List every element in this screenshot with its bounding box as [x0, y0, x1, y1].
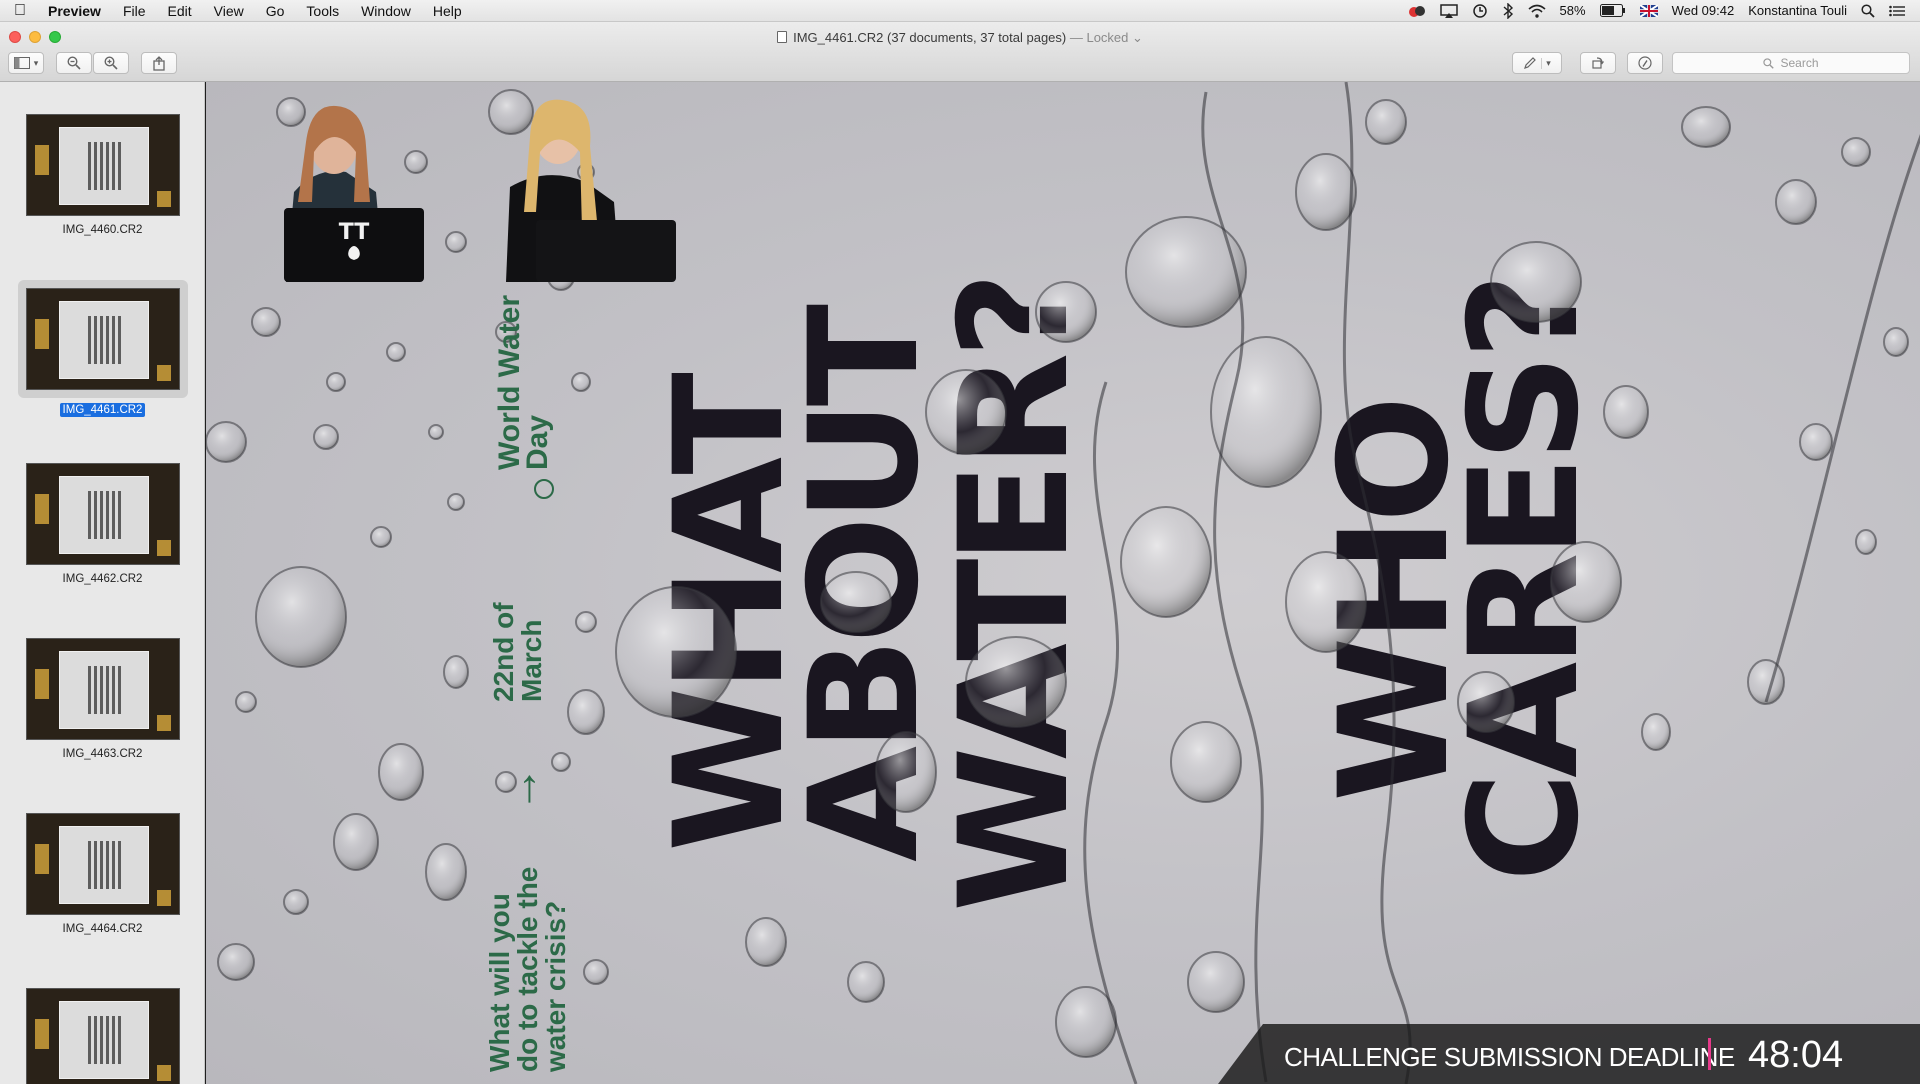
- thumbnail-image[interactable]: [25, 463, 180, 565]
- creative-cloud-icon[interactable]: [1401, 0, 1433, 22]
- deadline-banner: CHALLENGE SUBMISSION DEADLINE 48:04: [1218, 1024, 1920, 1084]
- menu-window[interactable]: Window: [350, 3, 422, 19]
- search-field[interactable]: Search: [1672, 52, 1910, 74]
- rotate-button[interactable]: [1580, 52, 1616, 74]
- thumbnail-image[interactable]: [25, 638, 180, 740]
- menu-view[interactable]: View: [203, 3, 255, 19]
- thumbnail-label: IMG_4461.CR2: [0, 403, 204, 417]
- share-button[interactable]: [141, 52, 177, 74]
- wifi-icon[interactable]: [1521, 0, 1553, 22]
- thumbnail-image[interactable]: [25, 813, 180, 915]
- zoom-out-icon: [67, 56, 81, 70]
- pen-icon: [1524, 57, 1537, 69]
- thumbnail-item[interactable]: IMG_4462.CR2: [0, 463, 204, 585]
- battery-icon[interactable]: [1593, 0, 1633, 22]
- thumbnail-item[interactable]: IMG_4460.CR2: [0, 114, 204, 236]
- zoom-in-icon: [104, 56, 118, 70]
- thumbnail-item[interactable]: IMG_4464.CR2: [0, 813, 204, 935]
- sidebar-icon: [13, 57, 30, 69]
- chevron-down-icon[interactable]: ⌄: [1128, 30, 1143, 45]
- battery-percent: 58%: [1559, 3, 1586, 18]
- zoom-out-button[interactable]: [56, 52, 92, 74]
- window-title-text: IMG_4461.CR2 (37 documents, 37 total pag…: [793, 30, 1067, 45]
- input-source-flag-icon[interactable]: [1633, 0, 1665, 22]
- bluetooth-icon[interactable]: [1495, 0, 1521, 22]
- share-icon: [153, 55, 165, 71]
- poster-arrow-text: →: [495, 766, 547, 812]
- thumbnail-label: IMG_4464.CR2: [62, 923, 143, 935]
- clock[interactable]: Wed 09:42: [1665, 0, 1742, 22]
- chevron-down-icon: ▾: [1541, 57, 1551, 69]
- airplay-icon[interactable]: [1433, 0, 1465, 22]
- presenter-camera-feed: TT: [284, 99, 676, 282]
- sidebar-toggle-button[interactable]: ▾: [8, 52, 44, 74]
- window-title[interactable]: IMG_4461.CR2 (37 documents, 37 total pag…: [0, 30, 1920, 46]
- image-canvas[interactable]: WHAT ABOUT WATER? WHO CARES?: [206, 82, 1920, 1084]
- apple-icon[interactable]: : [0, 2, 40, 20]
- search-placeholder: Search: [1780, 56, 1819, 70]
- thumbnail-label: IMG_4460.CR2: [62, 224, 143, 236]
- banner-divider: [1708, 1038, 1711, 1070]
- thumbnail-item[interactable]: [0, 988, 204, 1084]
- spotlight-search-icon[interactable]: [1854, 0, 1882, 22]
- user-name[interactable]: Konstantina Touli: [1741, 0, 1854, 22]
- notification-center-icon[interactable]: [1882, 0, 1912, 22]
- menu-help[interactable]: Help: [422, 3, 473, 19]
- markup-icon: [1638, 56, 1652, 70]
- menu-go[interactable]: Go: [255, 3, 296, 19]
- thumbnail-label: IMG_4462.CR2: [62, 573, 143, 585]
- menu-file[interactable]: File: [112, 3, 157, 19]
- document-proxy-icon[interactable]: [777, 31, 788, 43]
- search-icon: [1763, 57, 1775, 69]
- menu-edit[interactable]: Edit: [157, 3, 203, 19]
- time-machine-icon[interactable]: [1465, 0, 1495, 22]
- deadline-label: CHALLENGE SUBMISSION DEADLINE: [1284, 1042, 1735, 1072]
- poster-event-text: World Water Day: [493, 294, 554, 470]
- menu-bar:  Preview File Edit View Go Tools Window…: [0, 0, 1920, 22]
- thumbnail-sidebar[interactable]: IMG_4460.CR2 IMG_4461.CR2 IMG_4462.CR2 I…: [0, 82, 205, 1084]
- laptop-logo-text: TT: [339, 220, 370, 245]
- poster-date-text: 22nd of March: [488, 602, 547, 702]
- thumbnail-image[interactable]: [25, 988, 180, 1084]
- zoom-in-button[interactable]: [93, 52, 129, 74]
- poster-question-text: What will you do to tackle the water cri…: [484, 866, 571, 1072]
- thumbnail-image[interactable]: [25, 114, 180, 216]
- thumbnail-image[interactable]: [25, 288, 180, 390]
- markup-toolbar-button[interactable]: [1627, 52, 1663, 74]
- locked-status[interactable]: — Locked: [1070, 30, 1129, 45]
- menu-app[interactable]: Preview: [40, 3, 112, 19]
- poster-headline: WHAT ABOUT WATER? WHO CARES?: [643, 278, 1612, 912]
- thumbnail-item[interactable]: IMG_4463.CR2: [0, 638, 204, 760]
- menu-tools[interactable]: Tools: [295, 3, 350, 19]
- window-titlebar: IMG_4461.CR2 (37 documents, 37 total pag…: [0, 22, 1920, 82]
- chevron-down-icon: ▾: [33, 57, 39, 68]
- deadline-countdown: 48:04: [1748, 1034, 1844, 1076]
- markup-pen-button[interactable]: ▾: [1512, 52, 1562, 74]
- poster-globe-icon: [534, 479, 554, 499]
- thumbnail-label: IMG_4463.CR2: [62, 748, 143, 760]
- thumbnail-selection-highlight: [17, 280, 188, 398]
- rotate-icon: [1592, 57, 1604, 69]
- thumbnail-item-selected[interactable]: IMG_4461.CR2: [0, 280, 204, 417]
